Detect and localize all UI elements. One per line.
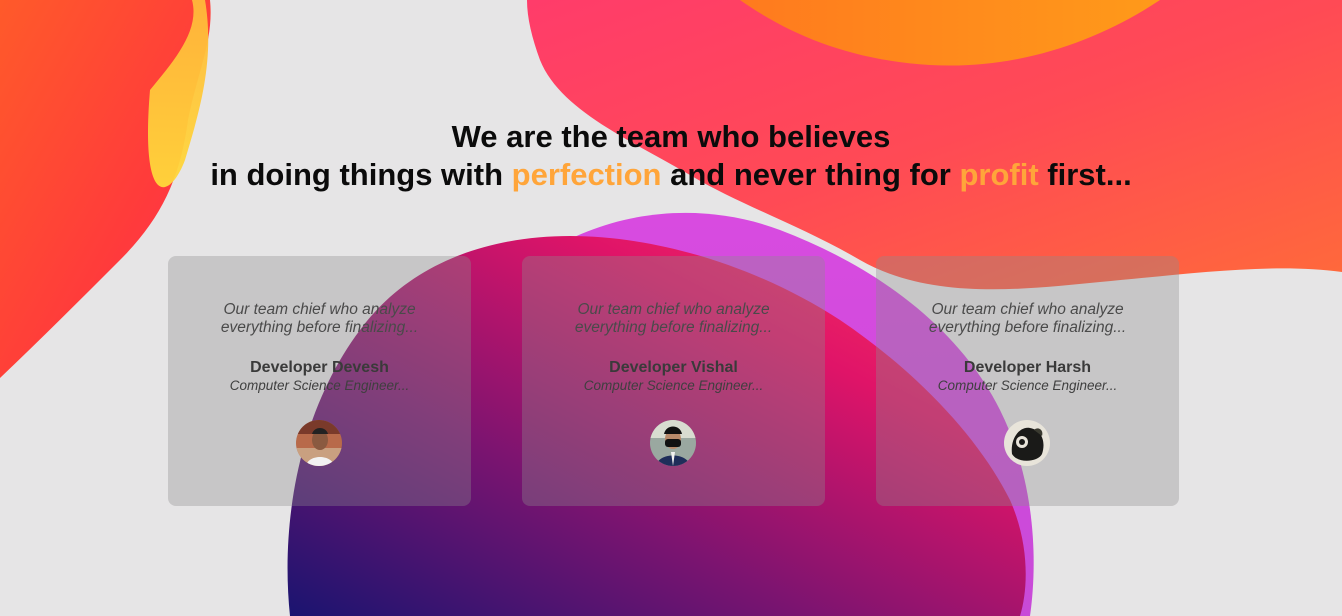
profile-photo-icon <box>1004 420 1050 466</box>
card-quote: Our team chief who analyze everything be… <box>574 301 773 336</box>
card-role: Computer Science Engineer... <box>583 378 764 393</box>
card-role: Computer Science Engineer... <box>937 378 1118 393</box>
profile-photo-icon <box>650 420 696 466</box>
team-card-devesh[interactable]: Our team chief who analyze everything be… <box>168 256 471 506</box>
card-quote: Our team chief who analyze everything be… <box>928 301 1127 336</box>
card-name: Developer Harsh <box>963 359 1092 376</box>
team-card-vishal[interactable]: Our team chief who analyze everything be… <box>522 256 825 506</box>
card-role: Computer Science Engineer... <box>229 378 410 393</box>
team-cards: Our team chief who analyze everything be… <box>0 0 1342 616</box>
card-name: Developer Devesh <box>250 359 389 376</box>
team-card-harsh[interactable]: Our team chief who analyze everything be… <box>876 256 1179 506</box>
profile-photo-icon <box>296 420 342 466</box>
card-quote: Our team chief who analyze everything be… <box>220 301 419 336</box>
team-section: We are the team who believes in doing th… <box>0 0 1342 616</box>
card-name: Developer Vishal <box>609 359 738 376</box>
